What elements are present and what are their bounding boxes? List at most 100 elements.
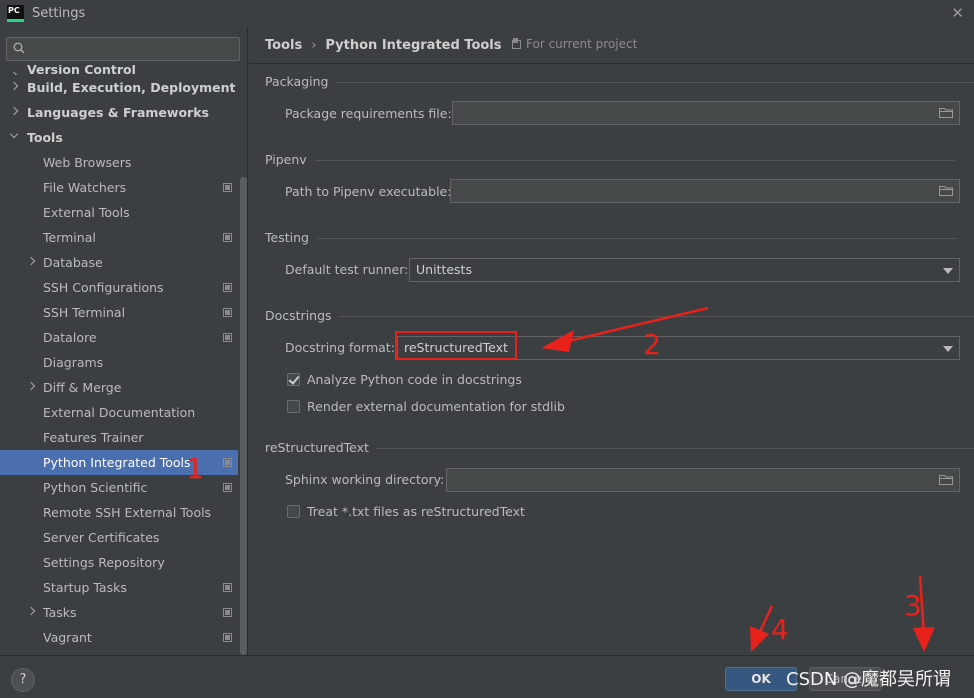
sidebar-item-python-integrated-tools[interactable]: Python Integrated Tools	[0, 450, 238, 475]
sidebar-item-label: Python Scientific	[43, 480, 148, 495]
section-docstrings: Docstrings	[249, 307, 974, 327]
project-scope-icon	[223, 308, 232, 317]
treat-txt-checkbox[interactable]	[287, 505, 300, 518]
render-docs-checkbox-row[interactable]: Render external documentation for stdlib	[287, 399, 565, 414]
sidebar-item-external-tools[interactable]: External Tools	[0, 200, 238, 225]
sidebar-item-label: Python Integrated Tools	[43, 455, 191, 470]
chevron-right-icon[interactable]	[26, 256, 36, 266]
analyze-docstrings-label: Analyze Python code in docstrings	[307, 372, 522, 387]
docstring-format-label: Docstring format:	[285, 340, 395, 355]
close-icon[interactable]: ✕	[951, 4, 964, 22]
header-divider	[249, 63, 974, 64]
sidebar-item-database[interactable]: Database	[0, 250, 238, 275]
folder-icon[interactable]	[939, 474, 953, 485]
analyze-docstrings-checkbox[interactable]	[287, 373, 300, 386]
sidebar-item-label: Tasks	[43, 605, 77, 620]
sidebar-item-vagrant[interactable]: Vagrant	[0, 625, 238, 650]
docstring-format-value: reStructuredText	[404, 340, 508, 355]
breadcrumb-separator: ›	[311, 37, 317, 53]
sidebar-item-label: File Watchers	[43, 180, 127, 195]
breadcrumb-python-integrated-tools: Python Integrated Tools	[325, 37, 502, 53]
sidebar-item-remote-ssh-external-tools[interactable]: Remote SSH External Tools	[0, 500, 238, 525]
analyze-docstrings-checkbox-row[interactable]: Analyze Python code in docstrings	[287, 372, 522, 387]
project-scope-icon	[223, 608, 232, 617]
sphinx-dir-field[interactable]	[446, 468, 960, 492]
sidebar-item-label: SSH Terminal	[43, 305, 126, 320]
sidebar-item-label: Diff & Merge	[43, 380, 122, 395]
section-title-pipenv: Pipenv	[265, 152, 950, 167]
sidebar-item-diagrams[interactable]: Diagrams	[0, 350, 238, 375]
dropdown-arrow-icon	[943, 346, 953, 352]
watermark-text: CSDN @魔都吴所谓	[786, 669, 952, 690]
section-title-packaging: Packaging	[265, 74, 974, 89]
project-scope-icon	[223, 333, 232, 342]
section-packaging: Packaging	[249, 73, 974, 93]
sidebar-item-languages-frameworks[interactable]: Languages & Frameworks	[0, 100, 238, 125]
docstring-format-select[interactable]: reStructuredText	[397, 336, 960, 360]
treat-txt-checkbox-row[interactable]: Treat *.txt files as reStructuredText	[287, 504, 525, 519]
folder-icon[interactable]	[939, 185, 953, 196]
sidebar-item-ssh-terminal[interactable]: SSH Terminal	[0, 300, 238, 325]
sidebar-item-label: Tools	[27, 130, 63, 145]
settings-sidebar: Version Control Build, Execution, Deploym…	[0, 27, 248, 655]
sidebar-item-label: Version Control	[27, 65, 136, 75]
project-scope-icon	[223, 233, 232, 242]
sidebar-item-datalore[interactable]: Datalore	[0, 325, 238, 350]
sidebar-item-label: Server Certificates	[43, 530, 160, 545]
sphinx-dir-label: Sphinx working directory:	[285, 472, 445, 487]
sidebar-scrollbar[interactable]	[240, 177, 247, 655]
sidebar-item-label: Startup Tasks	[43, 580, 127, 595]
project-scope-icon	[223, 183, 232, 192]
sidebar-item-label: Vagrant	[43, 630, 92, 645]
help-button[interactable]: ?	[11, 668, 35, 692]
pipenv-path-label: Path to Pipenv executable:	[285, 184, 452, 199]
sidebar-item-terminal[interactable]: Terminal	[0, 225, 238, 250]
render-docs-checkbox[interactable]	[287, 400, 300, 413]
sidebar-item-label: Settings Repository	[43, 555, 165, 570]
breadcrumb-tools[interactable]: Tools	[265, 38, 302, 53]
chevron-down-icon[interactable]	[9, 129, 19, 139]
dialog-footer: ? Cancel OK CSDN @魔都吴所谓	[0, 655, 974, 698]
section-pipenv: Pipenv	[249, 151, 974, 171]
project-scope-icon	[223, 583, 232, 592]
section-restructuredtext: reStructuredText	[249, 439, 974, 459]
search-input[interactable]	[6, 37, 240, 61]
sidebar-item-diff-merge[interactable]: Diff & Merge	[0, 375, 238, 400]
title-bar: PC Settings ✕	[0, 0, 974, 27]
chevron-right-icon[interactable]	[26, 381, 36, 391]
project-scope-icon	[223, 633, 232, 642]
sidebar-item-build-execution-deployment[interactable]: Build, Execution, Deployment	[0, 75, 238, 100]
sidebar-item-label: External Documentation	[43, 405, 196, 420]
sidebar-item-label: Database	[43, 255, 103, 270]
sidebar-item-features-trainer[interactable]: Features Trainer	[0, 425, 238, 450]
sidebar-item-file-watchers[interactable]: File Watchers	[0, 175, 238, 200]
project-scope-icon	[223, 283, 232, 292]
sidebar-item-server-certificates[interactable]: Server Certificates	[0, 525, 238, 550]
sidebar-item-label: Remote SSH External Tools	[43, 505, 212, 520]
sidebar-item-tasks[interactable]: Tasks	[0, 600, 238, 625]
breadcrumb: Tools › Python Integrated Tools	[265, 36, 502, 54]
section-testing: Testing	[249, 229, 974, 249]
sidebar-item-label: Languages & Frameworks	[27, 105, 209, 120]
sidebar-item-version-control[interactable]: Version Control	[0, 65, 238, 75]
package-requirements-label: Package requirements file:	[285, 106, 452, 121]
pipenv-path-field[interactable]	[450, 179, 960, 203]
sidebar-item-web-browsers[interactable]: Web Browsers	[0, 150, 238, 175]
folder-icon[interactable]	[939, 107, 953, 118]
for-project-label: For current project	[526, 37, 638, 51]
sidebar-item-label: Features Trainer	[43, 430, 144, 445]
sidebar-item-external-documentation[interactable]: External Documentation	[0, 400, 238, 425]
chevron-right-icon[interactable]	[9, 106, 19, 116]
sidebar-item-label: Diagrams	[43, 355, 104, 370]
test-runner-label: Default test runner:	[285, 262, 409, 277]
package-requirements-field[interactable]	[452, 101, 960, 125]
sidebar-item-startup-tasks[interactable]: Startup Tasks	[0, 575, 238, 600]
section-title-testing: Testing	[265, 230, 957, 245]
chevron-right-icon[interactable]	[9, 81, 19, 91]
sidebar-item-ssh-configurations[interactable]: SSH Configurations	[0, 275, 238, 300]
test-runner-select[interactable]: Unittests	[409, 258, 960, 282]
sidebar-item-tools[interactable]: Tools	[0, 125, 238, 150]
chevron-right-icon[interactable]	[26, 606, 36, 616]
sidebar-item-settings-repository[interactable]: Settings Repository	[0, 550, 238, 575]
sidebar-item-python-scientific[interactable]: Python Scientific	[0, 475, 238, 500]
